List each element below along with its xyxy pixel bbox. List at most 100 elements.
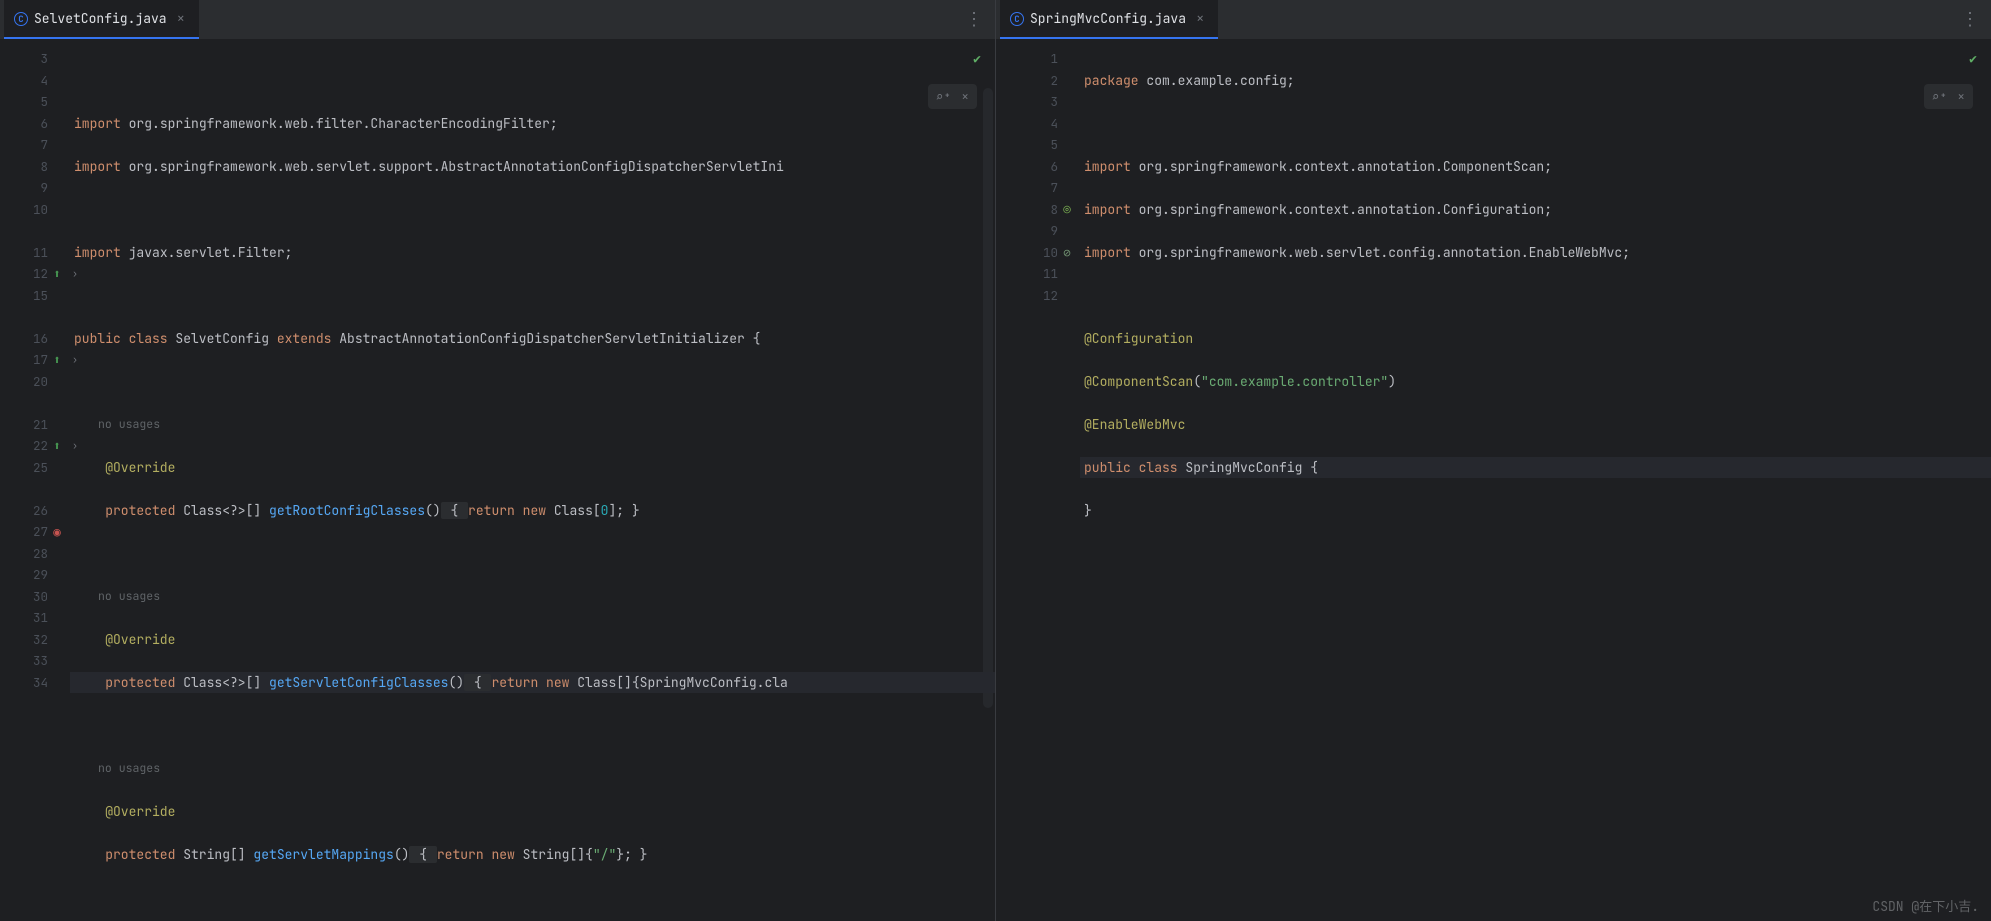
line-number[interactable]: 28: [0, 543, 66, 565]
override-up-icon[interactable]: ⬆: [50, 267, 64, 281]
line-number[interactable]: 9: [0, 177, 66, 199]
line-number[interactable]: 4: [0, 70, 66, 92]
line-number[interactable]: 25: [0, 457, 66, 479]
line-number[interactable]: 26: [0, 500, 66, 522]
kebab-menu-icon[interactable]: ⋮: [1961, 8, 1979, 31]
code-line: @Configuration: [1080, 328, 1991, 350]
line-number[interactable]: 3: [0, 48, 66, 70]
override-icon[interactable]: ◉: [50, 525, 64, 539]
code-line: [1080, 543, 1991, 565]
line-number[interactable]: 3: [996, 91, 1076, 113]
usages-hint[interactable]: no usages: [70, 414, 995, 436]
line-number[interactable]: 6: [0, 113, 66, 135]
code-line: @Override: [70, 457, 995, 479]
left-editor[interactable]: ✔ ⌕⁺ × 3 4 5 6 7 8 9 10 11 12⬆› 15 16: [0, 40, 995, 921]
line-number[interactable]: 4: [996, 113, 1076, 135]
java-class-icon: C: [1010, 12, 1024, 26]
code-line: @EnableWebMvc: [1080, 414, 1991, 436]
line-number[interactable]: 20: [0, 371, 66, 393]
code-line: @ComponentScan("com.example.controller"): [1080, 371, 1991, 393]
usages-hint[interactable]: no usages: [70, 758, 995, 780]
line-number[interactable]: 11: [996, 263, 1076, 285]
code-line: [70, 199, 995, 221]
tab-actions: ⋮: [965, 8, 991, 31]
code-line: [1080, 285, 1991, 307]
code-line: public class SelvetConfig extends Abstra…: [70, 328, 995, 350]
tab-filename: SelvetConfig.java: [34, 10, 167, 27]
kebab-menu-icon[interactable]: ⋮: [965, 8, 983, 31]
line-number[interactable]: 12⬆›: [0, 263, 66, 285]
line-number[interactable]: 22⬆›: [0, 435, 66, 457]
left-gutter: 3 4 5 6 7 8 9 10 11 12⬆› 15 16 17⬆› 20 2…: [0, 40, 66, 921]
code-line: import org.springframework.web.servlet.c…: [1080, 242, 1991, 264]
code-line: [70, 70, 995, 92]
line-number[interactable]: 31: [0, 607, 66, 629]
bean-icon[interactable]: ⌾: [1060, 202, 1074, 216]
right-tabbar: C SpringMvcConfig.java × ⋮: [996, 0, 1991, 40]
line-number[interactable]: 5: [996, 134, 1076, 156]
tab-actions: ⋮: [1961, 8, 1987, 31]
line-number[interactable]: 6: [996, 156, 1076, 178]
usages-hint[interactable]: no usages: [70, 586, 995, 608]
line-number[interactable]: 27◉: [0, 521, 66, 543]
line-number[interactable]: 29: [0, 564, 66, 586]
line-number[interactable]: [0, 478, 66, 500]
line-number[interactable]: 8: [0, 156, 66, 178]
code-line: [70, 543, 995, 565]
code-line: protected Class<?>[] getServletConfigCla…: [70, 672, 995, 694]
line-number[interactable]: 5: [0, 91, 66, 113]
line-number[interactable]: 10: [0, 199, 66, 221]
right-gutter: 1 2 3 4 5 6 7 8⌾ 9 10⊘ 11 12: [996, 40, 1076, 921]
line-number[interactable]: 30: [0, 586, 66, 608]
line-number[interactable]: 10⊘: [996, 242, 1076, 264]
code-line: @Override: [70, 629, 995, 651]
code-line: [70, 715, 995, 737]
code-line: import org.springframework.context.annot…: [1080, 199, 1991, 221]
tab-selvetconfig[interactable]: C SelvetConfig.java ×: [4, 0, 199, 39]
code-line: package com.example.config;: [1080, 70, 1991, 92]
code-line: import javax.servlet.Filter;: [70, 242, 995, 264]
line-number[interactable]: 17⬆›: [0, 349, 66, 371]
no-entry-icon[interactable]: ⊘: [1060, 245, 1074, 259]
line-number[interactable]: 16: [0, 328, 66, 350]
code-line: [70, 285, 995, 307]
line-number[interactable]: 32: [0, 629, 66, 651]
line-number[interactable]: 9: [996, 220, 1076, 242]
right-pane: C SpringMvcConfig.java × ⋮ ✔ ⌕⁺ × 1 2 3 …: [996, 0, 1991, 921]
code-line: protected String[] getServletMappings() …: [70, 844, 995, 866]
line-number[interactable]: 11: [0, 242, 66, 264]
line-number[interactable]: 33: [0, 650, 66, 672]
line-number[interactable]: 7: [996, 177, 1076, 199]
code-line: [1080, 113, 1991, 135]
override-up-icon[interactable]: ⬆: [50, 353, 64, 367]
right-code[interactable]: package com.example.config; import org.s…: [1076, 40, 1991, 921]
code-line: protected Class<?>[] getRootConfigClasse…: [70, 500, 995, 522]
left-pane: C SelvetConfig.java × ⋮ ✔ ⌕⁺ × 3 4 5 6 7…: [0, 0, 996, 921]
watermark: CSDN @在下小吉.: [1872, 896, 1979, 915]
line-number[interactable]: 2: [996, 70, 1076, 92]
tab-springmvcconfig[interactable]: C SpringMvcConfig.java ×: [1000, 0, 1218, 39]
line-number[interactable]: 15: [0, 285, 66, 307]
code-line: @Override: [70, 801, 995, 823]
tab-filename: SpringMvcConfig.java: [1030, 10, 1186, 27]
java-class-icon: C: [14, 12, 28, 26]
close-icon[interactable]: ×: [1192, 8, 1208, 30]
code-line: }: [1080, 500, 1991, 522]
code-line: public class SpringMvcConfig {: [1080, 457, 1991, 479]
left-code[interactable]: import org.springframework.web.filter.Ch…: [66, 40, 995, 921]
line-number[interactable]: 34: [0, 672, 66, 694]
line-number[interactable]: [0, 392, 66, 414]
right-editor[interactable]: ✔ ⌕⁺ × 1 2 3 4 5 6 7 8⌾ 9 10⊘ 11 12 pack…: [996, 40, 1991, 921]
close-icon[interactable]: ×: [173, 8, 189, 30]
line-number[interactable]: [0, 220, 66, 242]
code-line: import org.springframework.web.filter.Ch…: [70, 113, 995, 135]
line-number[interactable]: 8⌾: [996, 199, 1076, 221]
line-number[interactable]: 1: [996, 48, 1076, 70]
code-line: [70, 887, 995, 909]
code-line: import org.springframework.context.annot…: [1080, 156, 1991, 178]
override-up-icon[interactable]: ⬆: [50, 439, 64, 453]
line-number[interactable]: [0, 306, 66, 328]
line-number[interactable]: 21: [0, 414, 66, 436]
line-number[interactable]: 7: [0, 134, 66, 156]
line-number[interactable]: 12: [996, 285, 1076, 307]
